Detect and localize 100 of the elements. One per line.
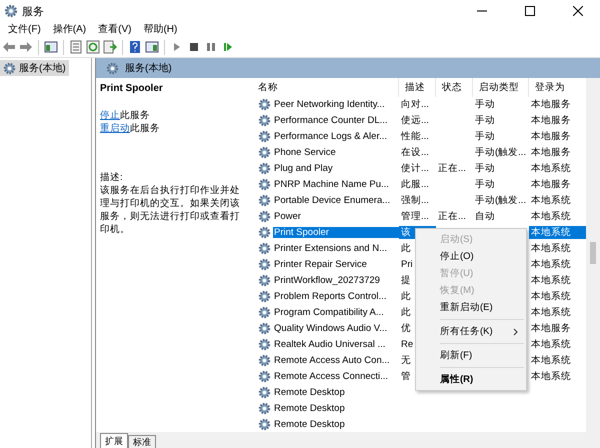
window-title: 服务 xyxy=(22,4,45,18)
tree-item[interactable]: 服务(本地) xyxy=(0,60,69,76)
gear-icon xyxy=(258,258,271,271)
gear-icon xyxy=(258,370,271,383)
table-cell-text: 本地系统 xyxy=(530,370,572,383)
table-cell-text: 本地服务 xyxy=(530,322,572,335)
view-tab[interactable]: 标准 xyxy=(128,435,156,448)
help-icon[interactable] xyxy=(128,40,142,54)
service-name[interactable]: Printer Extensions and N... xyxy=(273,243,399,254)
column-header[interactable]: 描述 xyxy=(399,78,436,97)
console-tree-icon[interactable] xyxy=(44,40,58,54)
table-cell-text: 手动(触发... xyxy=(474,194,528,208)
service-name[interactable]: Quality Windows Audio V... xyxy=(273,322,399,334)
service-name[interactable]: Remote Desktop xyxy=(273,402,399,414)
service-name[interactable]: Remote Desktop xyxy=(273,418,399,430)
action-pane-icon[interactable] xyxy=(145,40,159,54)
column-header[interactable]: 启动类型 xyxy=(473,78,529,97)
action-line: 停止此服务 xyxy=(100,109,151,122)
gear-icon xyxy=(258,114,271,128)
gear-icon xyxy=(258,210,271,224)
service-name[interactable]: Realtek Audio Universal ... xyxy=(273,338,399,350)
table-cell-text: 使计... xyxy=(400,162,430,176)
service-name[interactable]: Power xyxy=(273,211,399,222)
table-cell-text: 本地系统 xyxy=(530,162,572,176)
table-cell-text: 本地服务 xyxy=(530,146,572,160)
service-name[interactable]: PrintWorkflow_20273729 xyxy=(273,274,399,286)
table-cell-text: 自动 xyxy=(474,210,496,224)
gear-icon xyxy=(258,274,271,287)
menu-item[interactable]: 帮助(H) xyxy=(137,22,184,37)
service-link[interactable]: 重启动 xyxy=(100,123,130,134)
service-name[interactable]: Remote Access Auto Con... xyxy=(273,354,399,366)
service-name[interactable]: PNRP Machine Name Pu... xyxy=(273,179,399,190)
table-cell-text: 本地系统 xyxy=(530,354,572,367)
gear-icon xyxy=(258,194,271,208)
description-text: 该服务在后台执行打印作业并处理与打印机的交互。如果关闭该服务，则无法进行打印或查看打印机。 xyxy=(100,184,241,236)
table-cell-text: Pri xyxy=(400,259,414,270)
gear-icon xyxy=(258,98,271,112)
table-cell-text: 本地系统 xyxy=(530,258,572,271)
context-menu-item[interactable]: 所有任务(K) xyxy=(416,323,526,340)
service-name[interactable]: Problem Reports Control... xyxy=(273,290,399,302)
service-name[interactable]: Program Compatibility A... xyxy=(273,306,399,318)
table-cell-text: 在设... xyxy=(400,146,430,160)
service-name[interactable]: Plug and Play xyxy=(273,163,399,174)
column-header[interactable]: 状态 xyxy=(436,78,473,97)
context-menu-item[interactable]: 刷新(F) xyxy=(416,347,526,364)
table-cell-text: 正在... xyxy=(437,162,467,176)
gear-icon xyxy=(258,226,271,240)
table-cell-text: 本地系统 xyxy=(530,338,572,351)
table-cell-text: 此 xyxy=(400,242,412,256)
table-cell-text: 本地服务 xyxy=(530,114,572,128)
service-name[interactable]: Print Spooler xyxy=(273,227,399,238)
gear-icon xyxy=(258,162,271,176)
table-cell-text: 本地系统 xyxy=(530,210,572,224)
service-name[interactable]: Portable Device Enumera... xyxy=(273,195,399,206)
table-cell-text: 此服... xyxy=(400,178,430,192)
context-menu-item[interactable]: 重新启动(E) xyxy=(416,299,526,316)
view-tab[interactable]: 扩展 xyxy=(100,433,128,448)
pause-icon[interactable] xyxy=(204,40,218,54)
close-icon xyxy=(573,6,583,16)
service-name[interactable]: Remote Access Connecti... xyxy=(273,370,399,382)
table-cell-text: 手动 xyxy=(474,178,496,192)
context-menu-item[interactable]: 停止(O) xyxy=(416,248,526,265)
table-cell-text: 本地服务 xyxy=(530,130,572,144)
table-cell-text: 本地系统 xyxy=(530,274,572,287)
menu-item[interactable]: 文件(F) xyxy=(2,22,47,37)
column-header[interactable]: 名称 xyxy=(252,78,399,97)
export-icon[interactable] xyxy=(103,40,117,54)
menu-item[interactable]: 查看(V) xyxy=(92,22,138,37)
refresh-icon[interactable] xyxy=(86,40,100,54)
stop-icon[interactable] xyxy=(187,40,201,54)
gear-icon xyxy=(258,306,271,319)
context-menu-item[interactable]: 属性(R) xyxy=(416,371,526,388)
table-cell-text: 此 xyxy=(400,306,412,319)
forward-arrow-icon[interactable] xyxy=(19,40,33,54)
table-cell-text: 手动 xyxy=(474,98,496,112)
table-cell-text: 手动 xyxy=(474,130,496,144)
table-cell-text: 本地系统 xyxy=(530,290,572,303)
service-name[interactable]: Remote Desktop xyxy=(273,386,399,398)
menu-item[interactable]: 操作(A) xyxy=(46,22,92,37)
service-name[interactable]: Phone Service xyxy=(273,147,399,158)
gear-icon xyxy=(258,386,271,399)
table-cell-text: 本地系统 xyxy=(530,194,572,208)
table-cell-text: 强制... xyxy=(400,194,430,208)
gear-icon xyxy=(258,290,271,303)
gear-icon xyxy=(258,338,271,351)
properties-icon[interactable] xyxy=(69,40,83,54)
table-cell-text: Re xyxy=(400,338,414,350)
table-cell-text: 优 xyxy=(400,322,412,335)
pane-title: 服务(本地) xyxy=(125,62,172,75)
table-cell-text: 性能... xyxy=(400,130,430,144)
service-name[interactable]: Peer Networking Identity... xyxy=(273,99,399,110)
gear-icon xyxy=(258,146,271,160)
back-arrow-icon[interactable] xyxy=(2,40,16,54)
service-name[interactable]: Performance Logs & Aler... xyxy=(273,131,399,142)
gear-icon xyxy=(258,402,271,415)
service-name[interactable]: Performance Counter DL... xyxy=(273,115,399,126)
gear-icon xyxy=(106,62,119,74)
table-cell-text: 管理... xyxy=(400,210,430,224)
service-name[interactable]: Printer Repair Service xyxy=(273,259,399,270)
service-link[interactable]: 停止 xyxy=(100,110,120,121)
